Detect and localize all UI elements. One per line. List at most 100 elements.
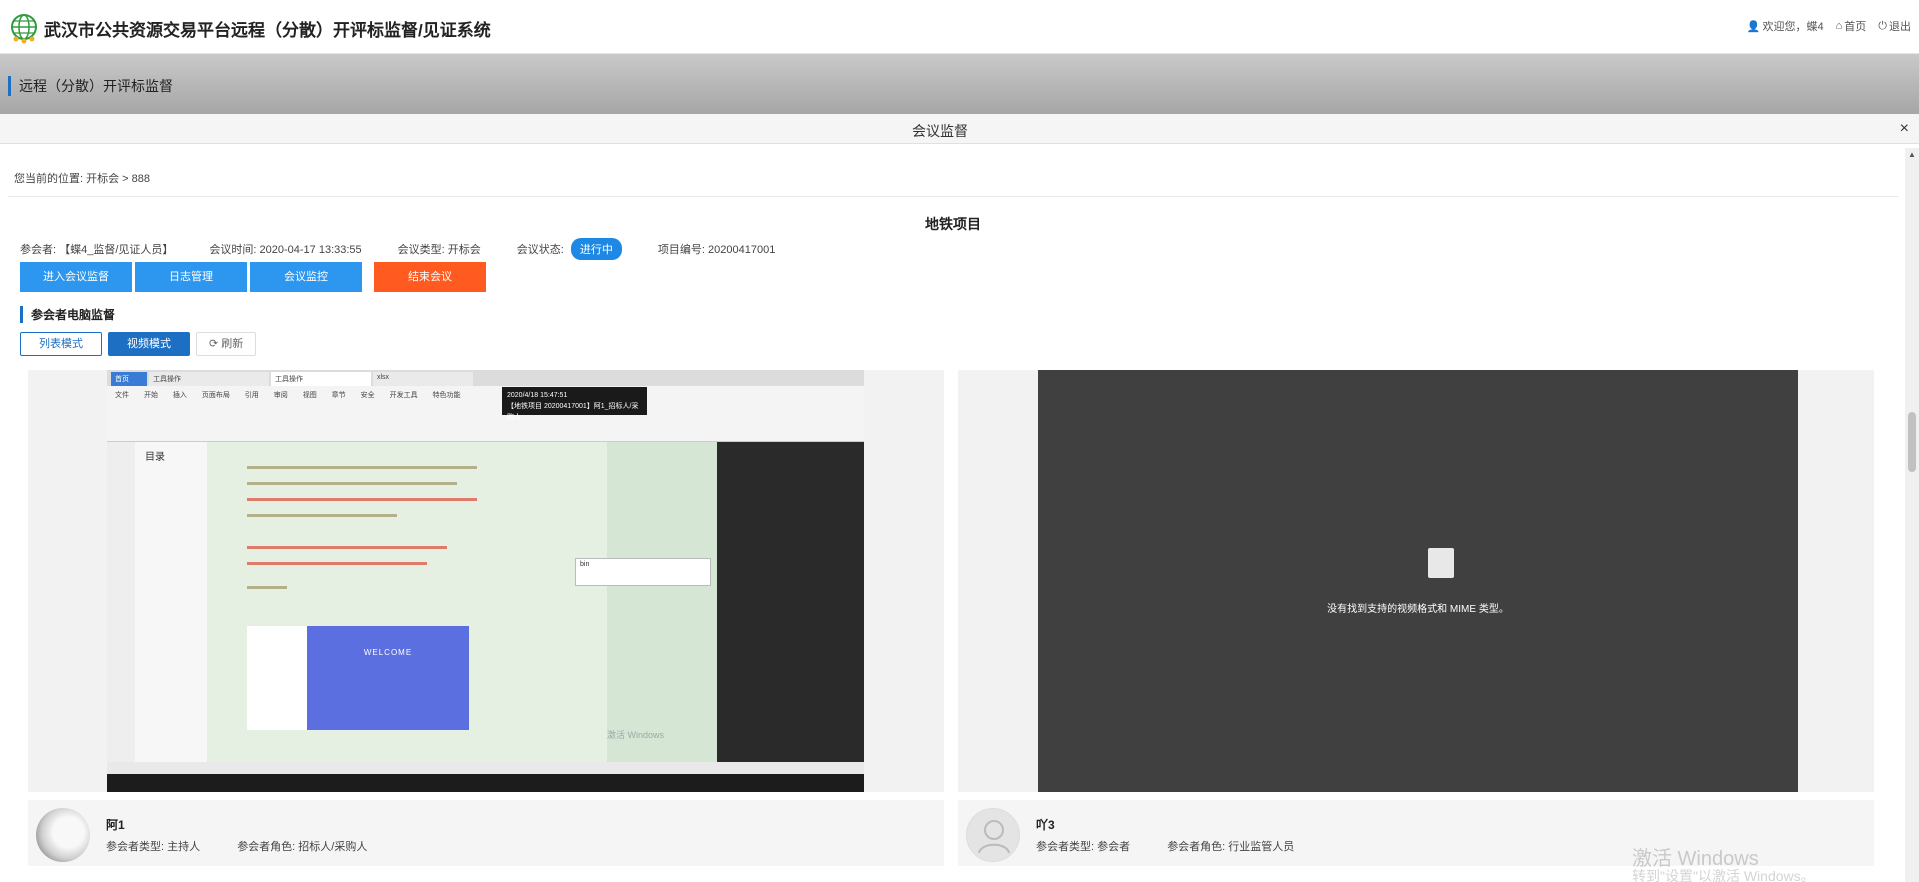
home-link[interactable]: ⌂ 首页	[1836, 18, 1867, 34]
remote-tab-2: 工具操作	[271, 372, 371, 386]
dialog-header: 会议监督 ×	[0, 114, 1919, 144]
user-placeholder-icon	[978, 820, 1010, 854]
user-welcome-text: 欢迎您，蝶4	[1762, 21, 1824, 33]
globe-logo-icon	[11, 14, 37, 44]
remote-image-left	[247, 626, 307, 730]
list-mode-button[interactable]: 列表模式	[20, 332, 102, 356]
meeting-dialog: 会议监督 × 您当前的位置: 开标会 > 888 地铁项目 参会者: 【蝶4_监…	[0, 114, 1919, 882]
close-icon[interactable]: ×	[1900, 120, 1909, 138]
power-icon: ⏻	[1878, 19, 1887, 32]
refresh-button[interactable]: ⟳ 刷新	[196, 332, 257, 356]
tooltip-text: 【地铁项目 20200417001】阿1_招标人/采购人	[507, 403, 639, 421]
project-title: 地铁项目	[925, 216, 981, 232]
scroll-thumb[interactable]	[1908, 412, 1916, 472]
windows-activation-hint: 转到"设置"以激活 Windows。	[1632, 868, 1815, 882]
remote-menu-item: 引用	[244, 392, 259, 399]
participant-type: 参会者类型: 主持人	[106, 841, 201, 853]
video-panel-2: 没有找到支持的视频格式和 MIME 类型。	[958, 370, 1874, 792]
remote-welcome-image: WELCOME	[307, 626, 469, 730]
remote-menu-item: 页面布局	[201, 392, 230, 399]
action-buttons: 进入会议监督 日志管理 会议监控 结束会议	[20, 262, 486, 292]
section-title: 参会者电脑监督	[20, 306, 115, 323]
avatar	[966, 808, 1020, 862]
view-mode-toggle: 列表模式 视频模式 ⟳ 刷新	[20, 332, 257, 356]
logout-link[interactable]: ⏻ 退出	[1878, 18, 1911, 34]
remote-ribbon: 文件 开始 插入 页面布局 引用 审阅 视图 章节 安全 开发工具 特色功能	[107, 386, 864, 442]
status-badge: 进行中	[570, 238, 622, 260]
project-code: 项目编号: 20200417001	[657, 244, 776, 256]
remote-taskbar	[107, 774, 864, 792]
tooltip-time: 2020/4/18 15:47:51	[507, 392, 568, 399]
video-error-message: 没有找到支持的视频格式和 MIME 类型。	[1327, 604, 1509, 615]
participant-role: 参会者角色: 行业监管人员	[1167, 841, 1295, 853]
home-icon: ⌂	[1835, 20, 1843, 32]
remote-tab-1: 工具操作	[149, 372, 269, 386]
remote-tab-bar: 首页 工具操作 工具操作 xlsx	[107, 370, 864, 386]
meeting-type: 会议类型: 开标会	[397, 244, 481, 256]
video-mode-button[interactable]: 视频模式	[108, 332, 190, 356]
doc-line	[247, 562, 427, 565]
module-bar: 远程（分散）开评标监督	[0, 54, 1919, 114]
ime-input: bin	[580, 561, 590, 568]
module-title: 远程（分散）开评标监督	[8, 76, 173, 96]
participant-info: 参会者: 【蝶4_监督/见证人员】	[20, 244, 174, 256]
meeting-monitor-button[interactable]: 会议监控	[250, 262, 362, 292]
screen-share-video[interactable]: 首页 工具操作 工具操作 xlsx 文件 开始 插入 页面布局 引用 审阅 视图…	[107, 370, 864, 792]
meeting-status: 会议状态: 进行中	[517, 238, 622, 260]
remote-menu-item: 文件	[115, 392, 129, 399]
remote-side-toolbar	[107, 442, 135, 762]
system-title: 武汉市公共资源交易平台远程（分散）开评标监督/见证系统	[44, 21, 491, 40]
doc-line	[247, 514, 397, 517]
scroll-up-icon[interactable]: ▲	[1908, 150, 1916, 159]
remote-menu-item: 特色功能	[432, 392, 461, 399]
user-menu: 👤 欢迎您，蝶4 ⌂ 首页 ⏻ 退出	[1747, 18, 1911, 34]
participant-name: 吖3	[1036, 818, 1055, 832]
participant-details: 参会者类型: 参会者 参会者角色: 行业监管人员	[1036, 838, 1294, 854]
doc-line	[247, 546, 447, 549]
doc-line	[247, 482, 457, 485]
user-welcome[interactable]: 👤 欢迎您，蝶4	[1747, 18, 1824, 34]
welcome-text: WELCOME	[363, 648, 413, 657]
participant-card: 阿1 参会者类型: 主持人 参会者角色: 招标人/采购人	[28, 800, 944, 866]
remote-status-bar	[107, 762, 864, 774]
logout-link-text: 退出	[1889, 21, 1911, 33]
log-management-button[interactable]: 日志管理	[135, 262, 247, 292]
remote-tooltip: 2020/4/18 15:47:51 【地铁项目 20200417001】阿1_…	[502, 387, 647, 421]
video-panel-1: 首页 工具操作 工具操作 xlsx 文件 开始 插入 页面布局 引用 审阅 视图…	[28, 370, 944, 792]
remote-menu: 文件 开始 插入 页面布局 引用 审阅 视图 章节 安全 开发工具 特色功能	[115, 390, 474, 400]
meeting-time: 会议时间: 2020-04-17 13:33:55	[209, 244, 362, 256]
remote-ime-popup: bin	[575, 558, 711, 586]
dialog-title: 会议监督	[912, 123, 968, 139]
user-icon: 👤	[1746, 20, 1761, 33]
breadcrumb: 您当前的位置: 开标会 > 888	[14, 173, 151, 185]
enter-meeting-button[interactable]: 进入会议监督	[20, 262, 132, 292]
video-player[interactable]: 没有找到支持的视频格式和 MIME 类型。	[1038, 370, 1798, 792]
divider	[8, 196, 1898, 197]
remote-menu-item: 审阅	[273, 392, 288, 399]
remote-watermark: 激活 Windows	[607, 730, 665, 740]
remote-menu-item: 安全	[360, 392, 375, 399]
refresh-icon: ⟳	[209, 338, 219, 350]
doc-line	[247, 498, 477, 501]
remote-menu-item: 开始	[143, 392, 158, 399]
meeting-status-label: 会议状态:	[516, 244, 564, 256]
dialog-scrollbar[interactable]: ▲	[1905, 148, 1919, 882]
end-meeting-button[interactable]: 结束会议	[374, 262, 486, 292]
meeting-info: 参会者: 【蝶4_监督/见证人员】 会议时间: 2020-04-17 13:33…	[20, 238, 811, 260]
broken-file-icon	[1428, 548, 1454, 578]
remote-menu-item: 章节	[331, 392, 346, 399]
toc-title: 目录	[145, 452, 165, 463]
top-header: 武汉市公共资源交易平台远程（分散）开评标监督/见证系统 👤 欢迎您，蝶4 ⌂ 首…	[0, 0, 1919, 54]
remote-menu-item: 视图	[302, 392, 317, 399]
participant-role: 参会者角色: 招标人/采购人	[237, 841, 368, 853]
remote-menu-item: 插入	[172, 392, 187, 399]
remote-tab-3: xlsx	[373, 372, 473, 386]
participant-details: 参会者类型: 主持人 参会者角色: 招标人/采购人	[106, 838, 367, 854]
refresh-button-label: 刷新	[221, 338, 244, 350]
doc-line	[247, 466, 477, 469]
home-link-text: 首页	[1844, 21, 1867, 33]
participant-name: 阿1	[106, 818, 125, 832]
avatar	[36, 808, 90, 862]
doc-line	[247, 586, 287, 589]
dialog-content: 您当前的位置: 开标会 > 888 地铁项目 参会者: 【蝶4_监督/见证人员】…	[8, 148, 1898, 882]
